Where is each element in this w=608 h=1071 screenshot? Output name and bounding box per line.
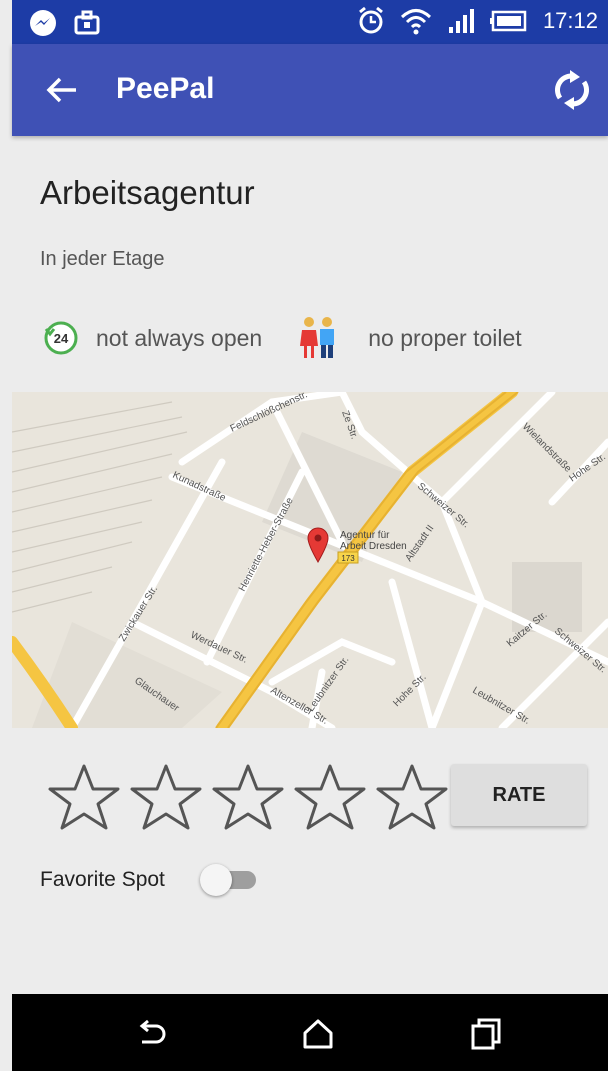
arrow-left-icon[interactable] (42, 70, 82, 110)
rate-button[interactable]: RATE (451, 764, 587, 826)
app-title: PeePal (116, 72, 215, 105)
opening-status: not always open (96, 324, 263, 351)
star-icon-4[interactable] (290, 762, 370, 832)
toilet-status: no proper toilet (368, 324, 522, 351)
signal-icon (448, 9, 474, 33)
location-map[interactable]: Feldschlößchenstr. Ze Str. Wielandstraße… (12, 392, 608, 728)
clock-24-icon: 24 (44, 321, 78, 355)
map-marker-label-2: Arbeit Dresden (340, 541, 407, 552)
status-bar: 17:12 (12, 0, 608, 44)
place-info-row: 24 not always open no proper toilet (40, 316, 522, 360)
favorite-spot-label: Favorite Spot (40, 868, 165, 891)
alarm-icon (359, 6, 383, 34)
status-right-icons: 17:12 (357, 6, 598, 36)
app-toolbar: PeePal (12, 44, 608, 136)
status-left-icons (28, 8, 102, 38)
place-description: In jeder Etage (40, 248, 165, 270)
back-nav-icon[interactable] (134, 1016, 170, 1052)
status-time: 17:12 (542, 8, 598, 33)
favorite-spot-toggle[interactable] (200, 864, 260, 896)
star-icon-5[interactable] (372, 762, 452, 832)
sync-icon[interactable] (550, 68, 594, 112)
toilet-people-icon (300, 317, 335, 358)
clock-24-text: 24 (54, 331, 69, 346)
wifi-icon (400, 9, 431, 35)
system-nav-bar (12, 994, 608, 1071)
star-icon-3[interactable] (208, 762, 288, 832)
place-title: Arbeitsagentur (40, 174, 255, 211)
battery-icon (489, 10, 527, 32)
messenger-icon (30, 10, 56, 36)
map-marker-label-1: Agentur für (340, 530, 390, 541)
briefcase-icon (74, 10, 100, 35)
star-icon-2[interactable] (126, 762, 206, 832)
recents-nav-icon[interactable] (468, 1016, 504, 1052)
map-canvas: Feldschlößchenstr. Ze Str. Wielandstraße… (12, 392, 608, 728)
star-icon-1[interactable] (44, 762, 124, 832)
toggle-thumb (200, 864, 232, 896)
rating-stars (44, 762, 452, 832)
road-badge: 173 (341, 554, 355, 563)
home-nav-icon[interactable] (300, 1016, 336, 1052)
